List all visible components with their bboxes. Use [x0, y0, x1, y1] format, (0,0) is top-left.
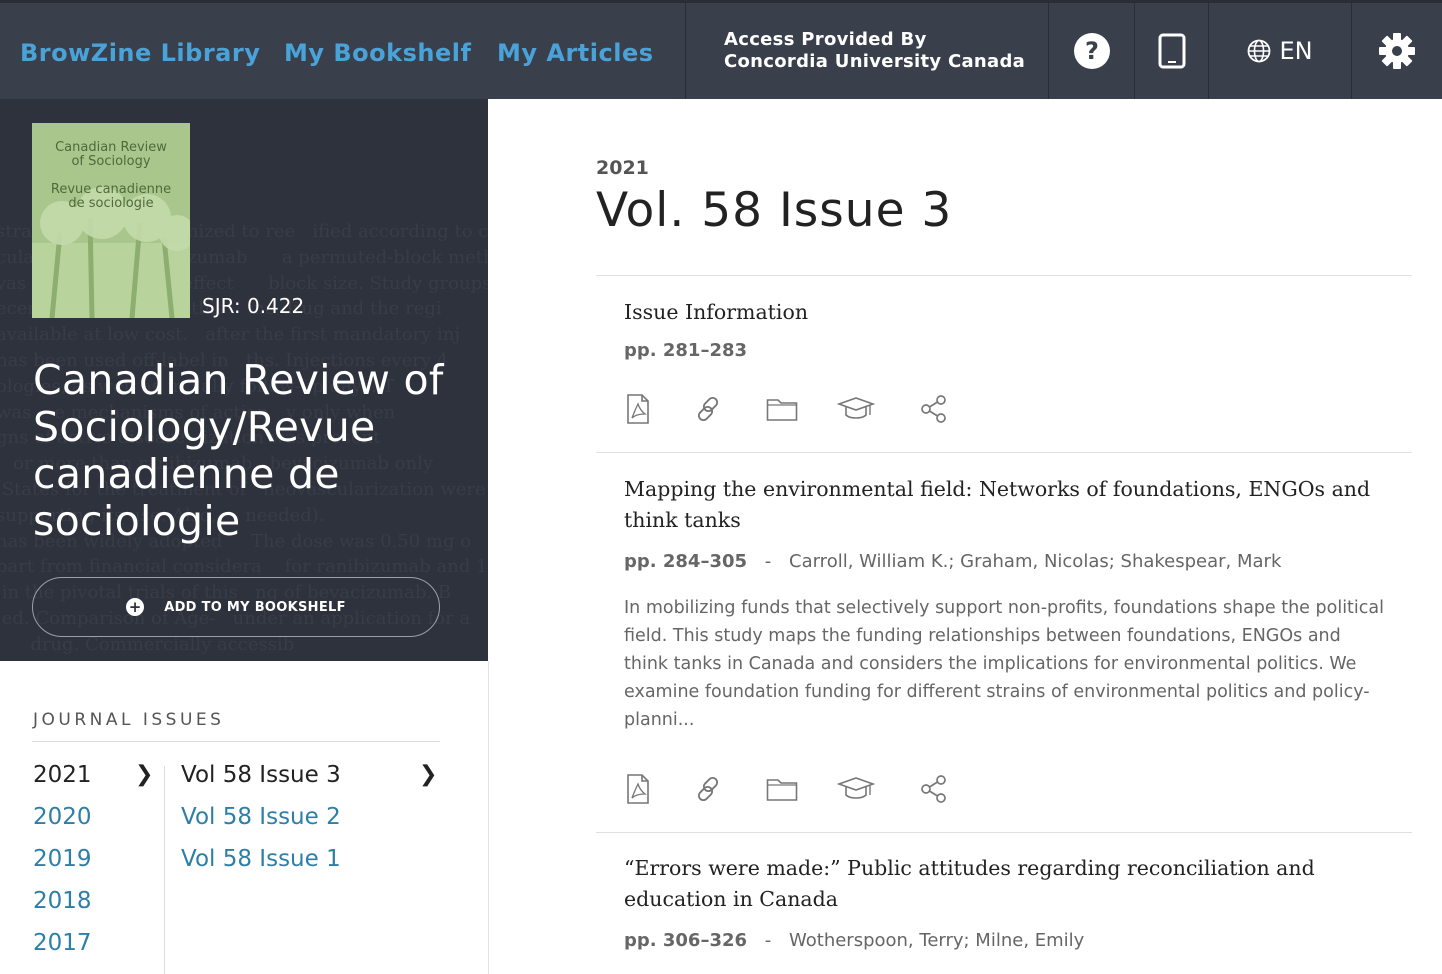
access-institution: Concordia University Canada — [724, 51, 1026, 72]
share-icon — [919, 774, 949, 808]
year-label: 2021 — [33, 762, 92, 788]
article-actions — [620, 393, 952, 429]
article-meta: pp. 284–305 - Carroll, William K.; Graha… — [624, 551, 1281, 572]
sjr-score: SJR: 0.422 — [202, 294, 305, 318]
share-action-button[interactable] — [916, 773, 952, 809]
year-item[interactable]: 2019 — [33, 846, 163, 888]
meta-separator: - — [764, 551, 772, 572]
language-label: EN — [1279, 37, 1313, 65]
nav-browzine-library[interactable]: BrowZine Library — [20, 39, 260, 67]
article-abstract: In mobilizing funds that selectively sup… — [624, 598, 1384, 730]
sidebar-border — [488, 661, 489, 974]
plus-icon: + — [126, 598, 145, 616]
folder-action-button[interactable] — [764, 393, 800, 429]
issue-title: Vol. 58 Issue 3 — [596, 183, 953, 238]
meta-separator: - — [764, 930, 772, 951]
year-item[interactable]: 2021 ❯ — [33, 762, 163, 804]
pdf-action-button[interactable] — [620, 393, 656, 429]
year-label: 2020 — [33, 804, 92, 830]
article-divider — [596, 275, 1412, 276]
language-selector[interactable]: EN — [1208, 3, 1351, 99]
access-provider: Access Provided By Concordia University … — [685, 3, 1048, 99]
folder-icon — [766, 396, 798, 426]
article-pages: pp. 306–326 — [624, 930, 748, 951]
article-divider — [596, 452, 1412, 453]
mortarboard-action-button[interactable] — [836, 773, 876, 809]
add-to-bookshelf-button[interactable]: + ADD TO MY BOOKSHELF — [32, 577, 440, 637]
mortarboard-icon — [836, 396, 876, 426]
svg-text:?: ? — [1085, 37, 1099, 65]
pdf-icon — [625, 774, 651, 808]
top-navigation-bar: BrowZine Library My Bookshelf My Article… — [0, 0, 1442, 99]
issue-label: Vol 58 Issue 1 — [181, 846, 341, 872]
link-icon — [693, 774, 723, 808]
article-authors: Wotherspoon, Terry; Milne, Emily — [789, 930, 1085, 951]
year-item[interactable]: 2018 — [33, 888, 163, 930]
article-title[interactable]: “Errors were made:” Public attitudes reg… — [624, 853, 1394, 915]
issue-year: 2021 — [596, 157, 649, 179]
issue-label: Vol 58 Issue 2 — [181, 804, 341, 830]
settings-button[interactable] — [1351, 3, 1442, 99]
issue-list: Vol 58 Issue 3 ❯ Vol 58 Issue 2 Vol 58 I… — [181, 762, 441, 888]
help-icon: ? — [1073, 33, 1110, 69]
article-title[interactable]: Mapping the environmental field: Network… — [624, 474, 1394, 536]
access-label: Access Provided By — [724, 29, 927, 50]
journal-issues-heading: JOURNAL ISSUES — [33, 710, 225, 730]
journal-title: Canadian Review of Sociology/Revue canad… — [33, 356, 444, 545]
link-action-button[interactable] — [690, 773, 726, 809]
share-action-button[interactable] — [916, 393, 952, 429]
gear-icon — [1379, 33, 1415, 69]
mortarboard-action-button[interactable] — [836, 393, 876, 429]
folder-action-button[interactable] — [764, 773, 800, 809]
mobile-app-button[interactable] — [1134, 3, 1208, 99]
year-item[interactable]: 2017 — [33, 930, 163, 972]
cover-title: Canadian Review of Sociology — [55, 140, 167, 169]
article-pages: pp. 284–305 — [624, 551, 748, 572]
chevron-right-icon: ❯ — [135, 762, 154, 787]
pdf-icon — [625, 394, 651, 428]
article-actions — [620, 773, 952, 809]
year-item[interactable]: 2020 — [33, 804, 163, 846]
link-action-button[interactable] — [690, 393, 726, 429]
issue-item[interactable]: Vol 58 Issue 1 — [181, 846, 441, 888]
year-label: 2017 — [33, 930, 92, 956]
issue-label: Vol 58 Issue 3 — [181, 762, 341, 788]
article-meta: pp. 306–326 - Wotherspoon, Terry; Milne,… — [624, 930, 1084, 951]
tablet-icon — [1158, 33, 1185, 69]
nav-my-articles[interactable]: My Articles — [497, 39, 654, 67]
article-authors: Carroll, William K.; Graham, Nicolas; Sh… — [789, 551, 1282, 572]
article-title[interactable]: Issue Information — [624, 297, 1394, 328]
issue-item[interactable]: Vol 58 Issue 3 ❯ — [181, 762, 441, 804]
issues-divider — [32, 741, 440, 742]
chevron-right-icon: ❯ — [419, 762, 438, 787]
mortarboard-icon — [836, 776, 876, 806]
article-meta: pp. 281–283 — [624, 340, 747, 361]
folder-icon — [766, 776, 798, 806]
help-button[interactable]: ? — [1048, 3, 1134, 99]
nav-my-bookshelf[interactable]: My Bookshelf — [284, 39, 471, 67]
add-to-bookshelf-label: ADD TO MY BOOKSHELF — [164, 599, 346, 615]
article-divider — [596, 832, 1412, 833]
globe-icon — [1248, 39, 1271, 63]
journal-cover-image: Canadian Review of Sociology Revue canad… — [32, 123, 190, 318]
journal-hero: strat ced and randomized to ree ified ac… — [0, 99, 488, 661]
issue-item[interactable]: Vol 58 Issue 2 — [181, 804, 441, 846]
issues-column-divider — [164, 766, 165, 974]
cover-subtitle: Revue canadienne de sociologie — [50, 182, 172, 211]
link-icon — [693, 394, 723, 428]
year-label: 2019 — [33, 846, 92, 872]
share-icon — [919, 394, 949, 428]
year-list: 2021 ❯ 2020 2019 2018 2017 — [33, 762, 163, 972]
article-pages: pp. 281–283 — [624, 340, 748, 361]
year-label: 2018 — [33, 888, 92, 914]
pdf-action-button[interactable] — [620, 773, 656, 809]
